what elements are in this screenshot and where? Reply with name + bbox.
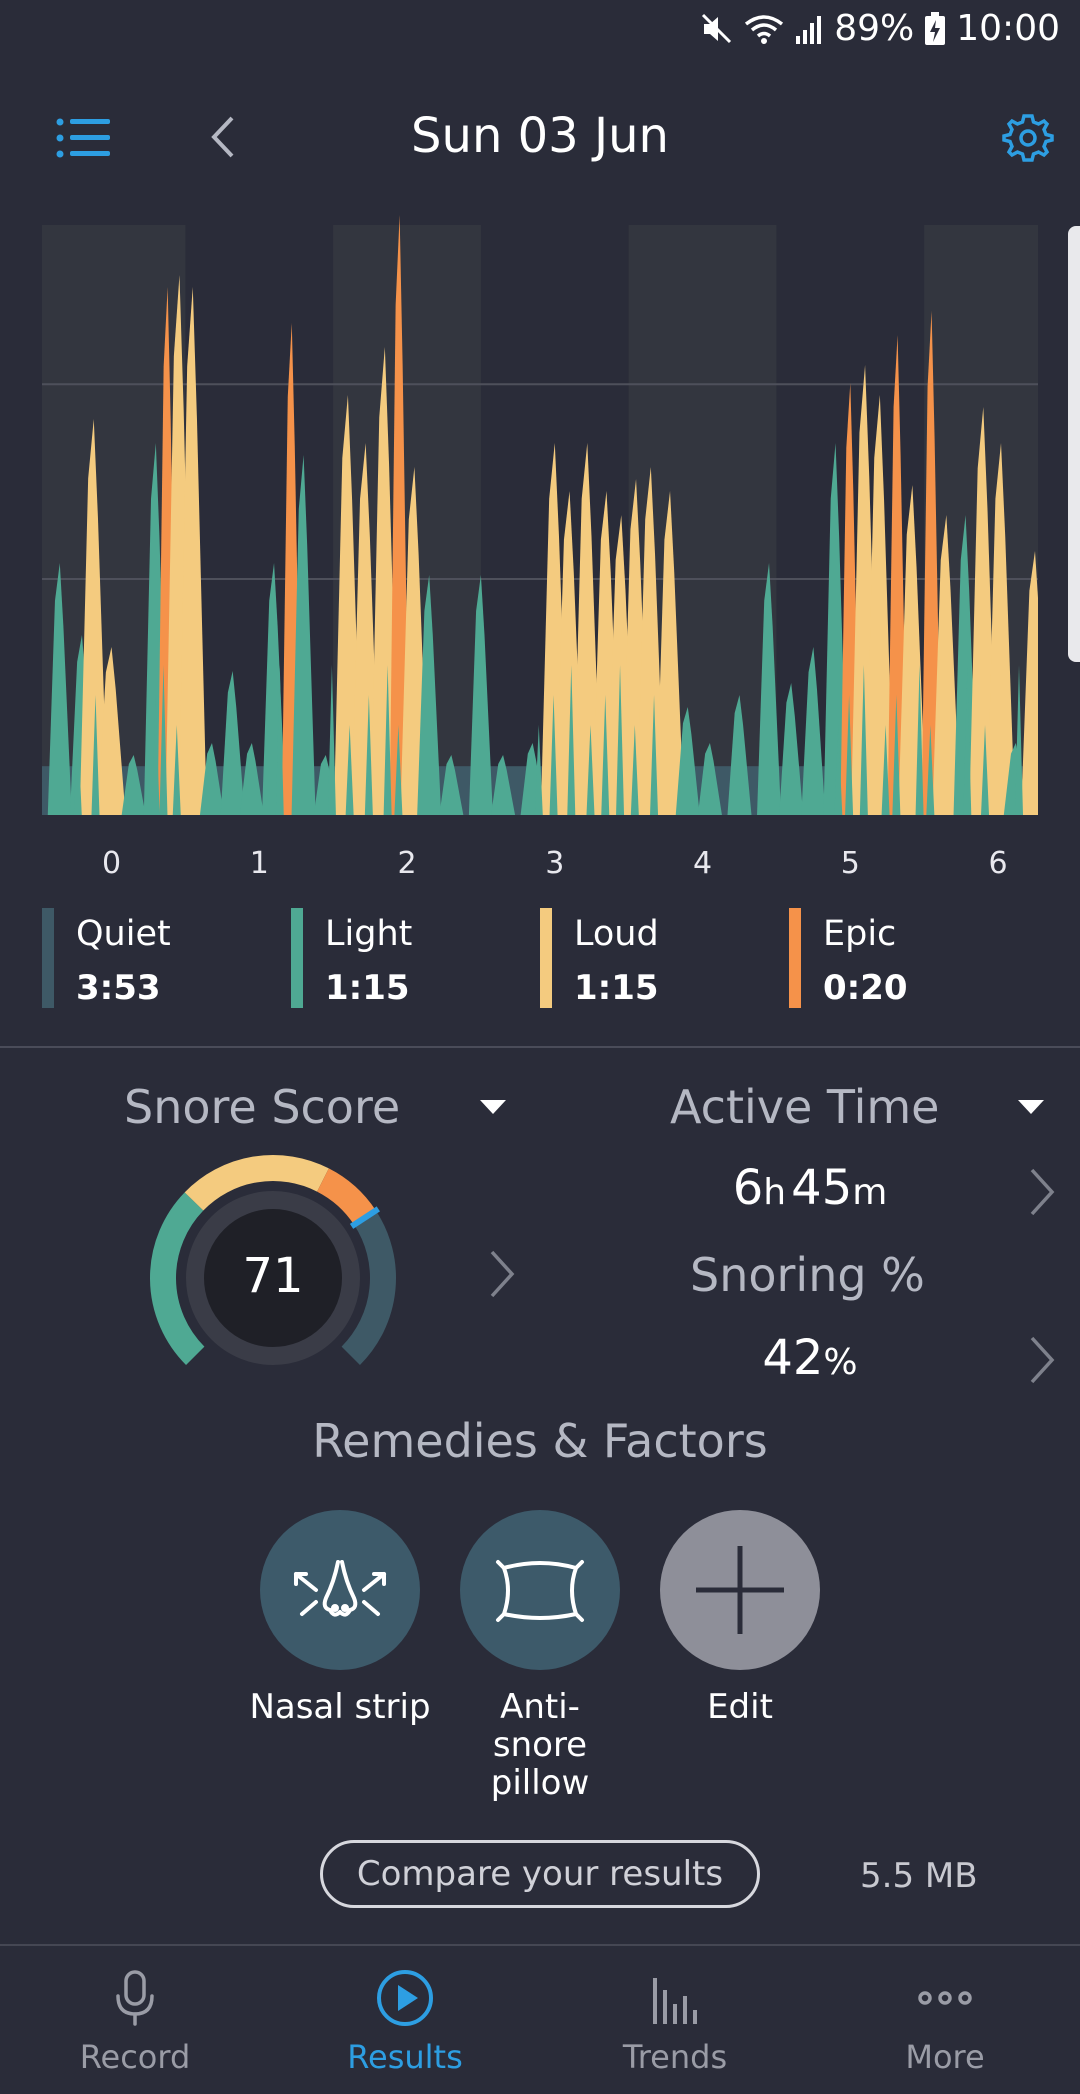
legend-label: Loud (574, 914, 659, 954)
snore-score-gauge[interactable]: 71 (140, 1150, 406, 1386)
snoring-percent-unit: % (823, 1342, 858, 1383)
clock: 10:00 (956, 8, 1060, 49)
remedy-label: Anti-snore pillow (490, 1687, 590, 1803)
active-time-value: 6h 45m (620, 1160, 1000, 1216)
legend-swatch-light (291, 908, 303, 1008)
legend-value: 3:53 (76, 968, 161, 1008)
nav-more[interactable]: More (810, 1946, 1080, 2094)
remedy-nasal-strip-button[interactable] (260, 1510, 420, 1670)
active-time-dropdown-caret[interactable] (1018, 1100, 1044, 1114)
bottom-nav: Record Results Trends More (0, 1946, 1080, 2094)
x-tick-label: 1 (249, 846, 269, 881)
bar-chart-icon (653, 1978, 697, 2024)
chart-peak-light (801, 647, 826, 815)
status-bar: 89% 10:00 (0, 0, 1080, 64)
legend-swatch-quiet (42, 908, 54, 1008)
legend-swatch-loud (540, 908, 552, 1008)
active-time-hours: 6 (732, 1160, 764, 1216)
x-tick-label: 6 (988, 846, 1008, 881)
remedies-title: Remedies & Factors (312, 1414, 768, 1468)
active-time-hours-unit: h (763, 1172, 787, 1213)
nasal-strip-icon (294, 1560, 386, 1617)
nav-label: Trends (622, 2038, 728, 2076)
snore-score-value: 71 (242, 1248, 304, 1304)
nav-results[interactable]: Results (270, 1946, 540, 2094)
battery-charging-icon (925, 11, 946, 45)
legend-label: Epic (823, 914, 897, 954)
gear-icon[interactable] (1002, 112, 1054, 164)
pillow-icon (496, 1560, 584, 1622)
more-dots-icon (918, 1991, 972, 2005)
active-time-minutes-unit: m (852, 1172, 888, 1213)
x-tick-label: 3 (545, 846, 565, 881)
x-tick-label: 5 (840, 846, 860, 881)
remedy-anti-snore-pillow-button[interactable] (460, 1510, 620, 1670)
snoring-percent-label: Snoring % (690, 1248, 925, 1302)
mute-icon (702, 13, 732, 43)
page-title: Sun 03 Jun (411, 108, 669, 164)
snore-score-chevron-icon[interactable] (486, 1248, 518, 1300)
compare-results-button[interactable]: Compare your results (320, 1840, 760, 1908)
scroll-handle[interactable] (1068, 226, 1080, 662)
legend-label: Quiet (76, 914, 171, 954)
x-axis-ticks: 0 1 2 3 4 5 6 (42, 846, 1038, 886)
snore-timeline-svg (42, 215, 1038, 815)
snore-score-label: Snore Score (124, 1080, 401, 1134)
snoring-percent-chevron-icon[interactable] (1026, 1334, 1058, 1386)
legend-label: Light (325, 914, 413, 954)
remedy-label: Edit (707, 1687, 773, 1727)
x-tick-label: 0 (101, 846, 122, 881)
x-tick-label: 4 (692, 846, 713, 881)
legend-swatch-epic (789, 908, 801, 1008)
signal-icon (796, 15, 822, 44)
microphone-icon (116, 1970, 154, 2026)
status-icons: 89% 10:00 (700, 8, 1060, 49)
nav-record[interactable]: Record (0, 1946, 270, 2094)
nav-trends[interactable]: Trends (540, 1946, 810, 2094)
remedy-edit-button[interactable] (660, 1510, 820, 1670)
x-tick-label: 2 (397, 846, 417, 881)
battery-percent: 89% (834, 8, 915, 49)
plus-icon (696, 1546, 784, 1634)
snoring-percent-value: 42% (620, 1330, 1000, 1386)
snoring-percent-number: 42 (762, 1330, 824, 1386)
chart-peak-light (220, 671, 245, 815)
snore-score-dropdown-caret[interactable] (480, 1100, 506, 1114)
wifi-icon (745, 14, 784, 44)
snore-timeline-chart (42, 205, 1038, 825)
legend: Quiet 3:53 Light 1:15 Loud 1:15 Epic 0:2… (0, 900, 1080, 1010)
nav-label: More (905, 2038, 985, 2076)
nav-label: Record (79, 2038, 191, 2076)
chart-peak-light (779, 683, 804, 815)
active-time-minutes: 45 (791, 1160, 853, 1216)
active-time-label: Active Time (670, 1080, 940, 1134)
remedy-label: Nasal strip (249, 1687, 431, 1727)
active-time-chevron-icon[interactable] (1026, 1166, 1058, 1218)
top-bar: Sun 03 Jun (0, 100, 1080, 180)
recording-size: 5.5 MB (860, 1856, 978, 1896)
legend-value: 1:15 (574, 968, 659, 1008)
play-icon (377, 1970, 433, 2026)
legend-value: 0:20 (823, 968, 908, 1008)
legend-value: 1:15 (325, 968, 410, 1008)
section-divider (0, 1046, 1080, 1048)
nav-label: Results (347, 2038, 463, 2076)
